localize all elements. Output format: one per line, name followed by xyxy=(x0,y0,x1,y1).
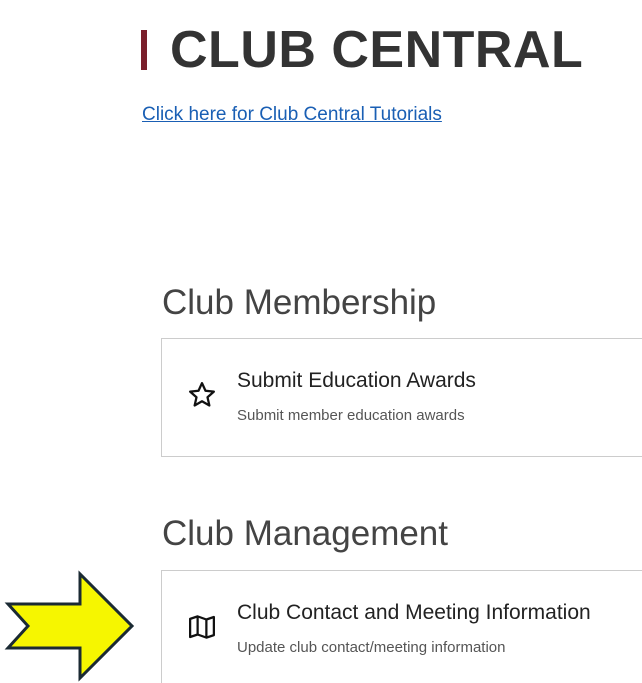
tutorials-link[interactable]: Click here for Club Central Tutorials xyxy=(142,104,442,126)
section-heading-club-membership: Club Membership xyxy=(162,283,437,322)
map-icon xyxy=(189,615,215,639)
title-accent-bar xyxy=(141,30,147,70)
card-description: Update club contact/meeting information xyxy=(237,639,506,656)
card-description: Submit member education awards xyxy=(237,407,465,424)
card-title: Club Contact and Meeting Information xyxy=(237,601,591,624)
card-title: Submit Education Awards xyxy=(237,369,476,392)
submit-education-awards-card[interactable]: Submit Education Awards Submit member ed… xyxy=(161,338,642,457)
club-contact-meeting-info-card[interactable]: Club Contact and Meeting Information Upd… xyxy=(161,570,642,683)
arrow-right-icon xyxy=(4,570,135,682)
star-icon xyxy=(189,382,215,407)
section-heading-club-management: Club Management xyxy=(162,514,448,553)
page-title: CLUB CENTRAL xyxy=(170,21,584,79)
